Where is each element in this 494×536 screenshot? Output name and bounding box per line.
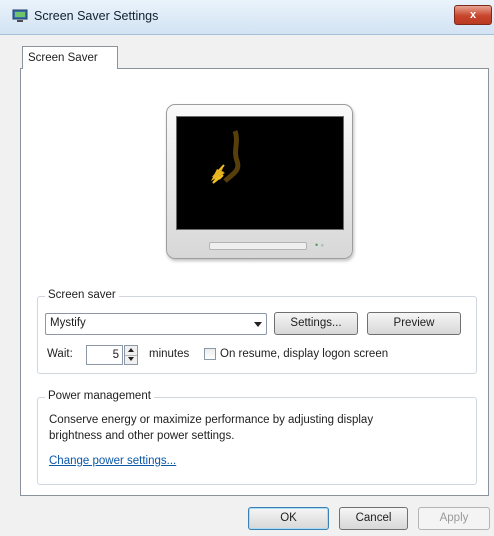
chevron-down-icon — [254, 322, 262, 327]
screen-saver-app-icon — [12, 9, 28, 22]
monitor-power-light: • ◦ — [315, 240, 324, 250]
screen-saver-group-label: Screen saver — [45, 289, 119, 301]
wait-minutes-spinner[interactable] — [124, 345, 138, 365]
resume-logon-checkbox[interactable] — [204, 348, 216, 360]
power-management-group-label: Power management — [45, 390, 154, 402]
power-description-line-2: brightness and other power settings. — [49, 430, 235, 442]
preview-screen — [176, 116, 344, 230]
preview-button[interactable]: Preview — [367, 312, 461, 335]
power-description-line-1: Conserve energy or maximize performance … — [49, 414, 374, 426]
monitor-preview: • ◦ — [166, 104, 353, 259]
wait-minutes-input[interactable]: 5 — [86, 345, 123, 365]
spin-down-arrow-icon[interactable] — [125, 355, 137, 364]
minutes-label: minutes — [149, 348, 190, 360]
window-title: Screen Saver Settings — [34, 9, 159, 23]
cancel-button[interactable]: Cancel — [339, 507, 408, 530]
mystify-animation-image — [211, 130, 241, 184]
apply-button[interactable]: Apply — [418, 507, 490, 530]
monitor-bezel-bar — [209, 242, 307, 250]
resume-logon-label[interactable]: On resume, display logon screen — [220, 348, 388, 360]
settings-button[interactable]: Settings... — [274, 312, 358, 335]
screen-saver-select[interactable]: Mystify — [45, 313, 267, 335]
ok-button[interactable]: OK — [248, 507, 329, 530]
title-bar: Screen Saver Settings x — [0, 0, 494, 35]
change-power-settings-link[interactable]: Change power settings... — [49, 455, 176, 467]
wait-label: Wait: — [47, 348, 73, 360]
tab-screen-saver[interactable]: Screen Saver — [22, 46, 118, 69]
close-button[interactable]: x — [454, 5, 492, 25]
screen-saver-select-value: Mystify — [50, 317, 86, 329]
